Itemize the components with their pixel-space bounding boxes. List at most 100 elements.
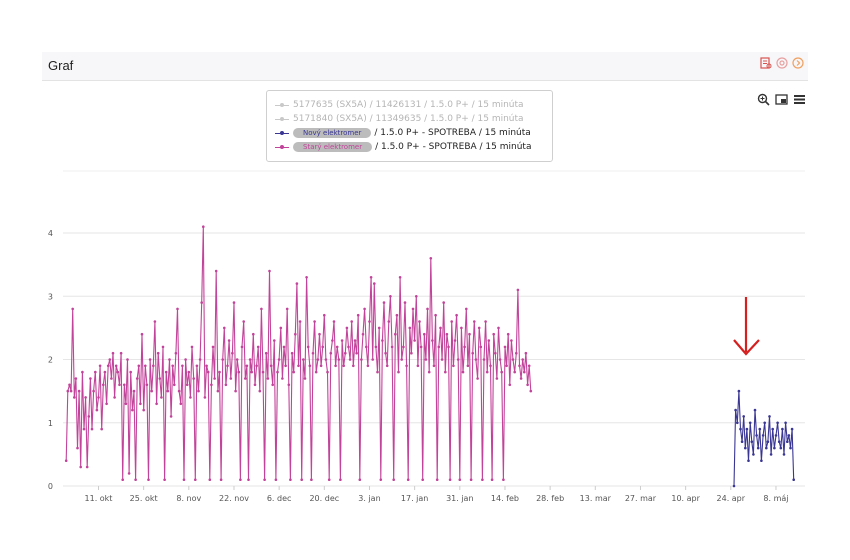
data-point bbox=[779, 446, 783, 450]
expand-icon[interactable] bbox=[775, 93, 788, 106]
data-point bbox=[289, 478, 292, 482]
data-point bbox=[344, 351, 347, 355]
x-tick-label: 8. máj bbox=[763, 494, 788, 503]
data-point bbox=[216, 389, 220, 393]
legend-item-stary[interactable]: Starý elektromer / 1.5.0 P+ - SPOTREBA /… bbox=[275, 141, 531, 153]
data-point bbox=[358, 478, 362, 482]
data-point bbox=[529, 389, 533, 393]
series-lines bbox=[64, 225, 795, 488]
data-point bbox=[379, 478, 383, 482]
data-point bbox=[171, 364, 174, 368]
data-point bbox=[750, 440, 754, 444]
data-point bbox=[197, 389, 200, 393]
data-point bbox=[371, 358, 375, 361]
data-point bbox=[439, 326, 442, 330]
data-point bbox=[781, 427, 784, 431]
data-point bbox=[458, 478, 462, 482]
data-point bbox=[210, 383, 213, 387]
data-point bbox=[94, 370, 97, 374]
menu-icon[interactable] bbox=[793, 93, 806, 106]
data-point bbox=[774, 434, 778, 437]
data-point bbox=[285, 307, 289, 311]
data-point bbox=[739, 427, 742, 431]
data-point bbox=[481, 478, 484, 482]
data-point bbox=[310, 478, 313, 482]
data-point bbox=[118, 383, 121, 387]
data-point bbox=[290, 351, 294, 355]
line-chart: 0 1 2 3 4 11. okt 25. okt 8. nov 22. nov 6. dec 2… bbox=[48, 170, 805, 503]
data-point bbox=[227, 339, 231, 342]
data-point bbox=[353, 339, 357, 342]
data-point bbox=[155, 402, 158, 406]
data-point bbox=[85, 465, 89, 469]
data-point bbox=[308, 364, 312, 368]
data-point bbox=[298, 320, 302, 323]
data-point bbox=[495, 377, 499, 380]
legend-marker-icon bbox=[275, 129, 289, 137]
data-point bbox=[79, 465, 82, 469]
data-point bbox=[153, 320, 157, 323]
data-point bbox=[742, 415, 745, 418]
data-point bbox=[294, 332, 297, 336]
x-tick-label: 27. mar bbox=[625, 494, 657, 503]
data-point bbox=[461, 370, 465, 374]
data-point bbox=[484, 320, 487, 323]
data-point bbox=[255, 364, 258, 368]
x-tick-label: 22. nov bbox=[219, 494, 249, 503]
data-point bbox=[68, 383, 71, 387]
data-point bbox=[489, 364, 492, 368]
data-point bbox=[108, 358, 112, 361]
legend-item-5171840[interactable]: 5171840 (SX5A) / 11349635 / 1.5.0 P+ / 1… bbox=[275, 113, 524, 125]
data-point bbox=[244, 377, 247, 380]
data-point bbox=[147, 478, 150, 482]
data-point bbox=[137, 364, 141, 368]
data-point bbox=[455, 313, 458, 317]
data-point bbox=[456, 358, 460, 361]
data-point bbox=[368, 320, 371, 323]
data-point bbox=[213, 377, 216, 380]
x-tick-label: 3. jan bbox=[358, 494, 380, 503]
data-point bbox=[71, 307, 74, 311]
data-point bbox=[494, 351, 497, 355]
legend-item-5177635[interactable]: 5177635 (SX5A) / 11426131 / 1.5.0 P+ / 1… bbox=[275, 99, 524, 111]
legend-marker-icon bbox=[275, 143, 289, 151]
data-point bbox=[473, 320, 476, 323]
data-point bbox=[295, 282, 299, 285]
series-line-novy bbox=[733, 390, 795, 487]
data-point bbox=[755, 434, 758, 437]
legend-marker-icon bbox=[275, 101, 289, 109]
x-tick-label: 31. jan bbox=[446, 494, 473, 503]
legend-label: 5171840 (SX5A) / 11349635 / 1.5.0 P+ / 1… bbox=[293, 114, 524, 124]
data-point bbox=[786, 440, 789, 444]
data-point bbox=[405, 364, 408, 368]
data-point bbox=[69, 389, 73, 393]
data-point bbox=[235, 358, 239, 361]
data-point bbox=[126, 358, 129, 361]
data-point bbox=[326, 370, 329, 374]
data-point bbox=[340, 339, 344, 342]
data-point bbox=[777, 440, 781, 444]
data-point bbox=[211, 345, 215, 349]
data-point bbox=[460, 326, 463, 330]
data-point bbox=[787, 434, 791, 437]
data-point bbox=[776, 421, 779, 425]
data-point bbox=[194, 478, 197, 482]
legend-item-novy[interactable]: Nový elektromer / 1.5.0 P+ - SPOTREBA / … bbox=[275, 127, 531, 139]
data-point bbox=[205, 364, 208, 368]
data-point bbox=[284, 364, 287, 368]
data-point bbox=[756, 446, 760, 450]
data-point bbox=[792, 478, 795, 482]
data-point bbox=[190, 345, 194, 349]
data-point bbox=[234, 389, 237, 393]
x-tick-label: 14. feb bbox=[491, 494, 519, 503]
data-point bbox=[81, 370, 84, 374]
data-point bbox=[95, 408, 99, 412]
data-point bbox=[274, 478, 278, 482]
data-point bbox=[247, 478, 250, 482]
data-point bbox=[316, 358, 320, 361]
data-point bbox=[761, 434, 765, 437]
y-tick-label: 2 bbox=[48, 356, 53, 365]
data-point bbox=[281, 377, 284, 380]
data-point bbox=[90, 427, 94, 431]
zoom-icon[interactable] bbox=[757, 93, 770, 106]
